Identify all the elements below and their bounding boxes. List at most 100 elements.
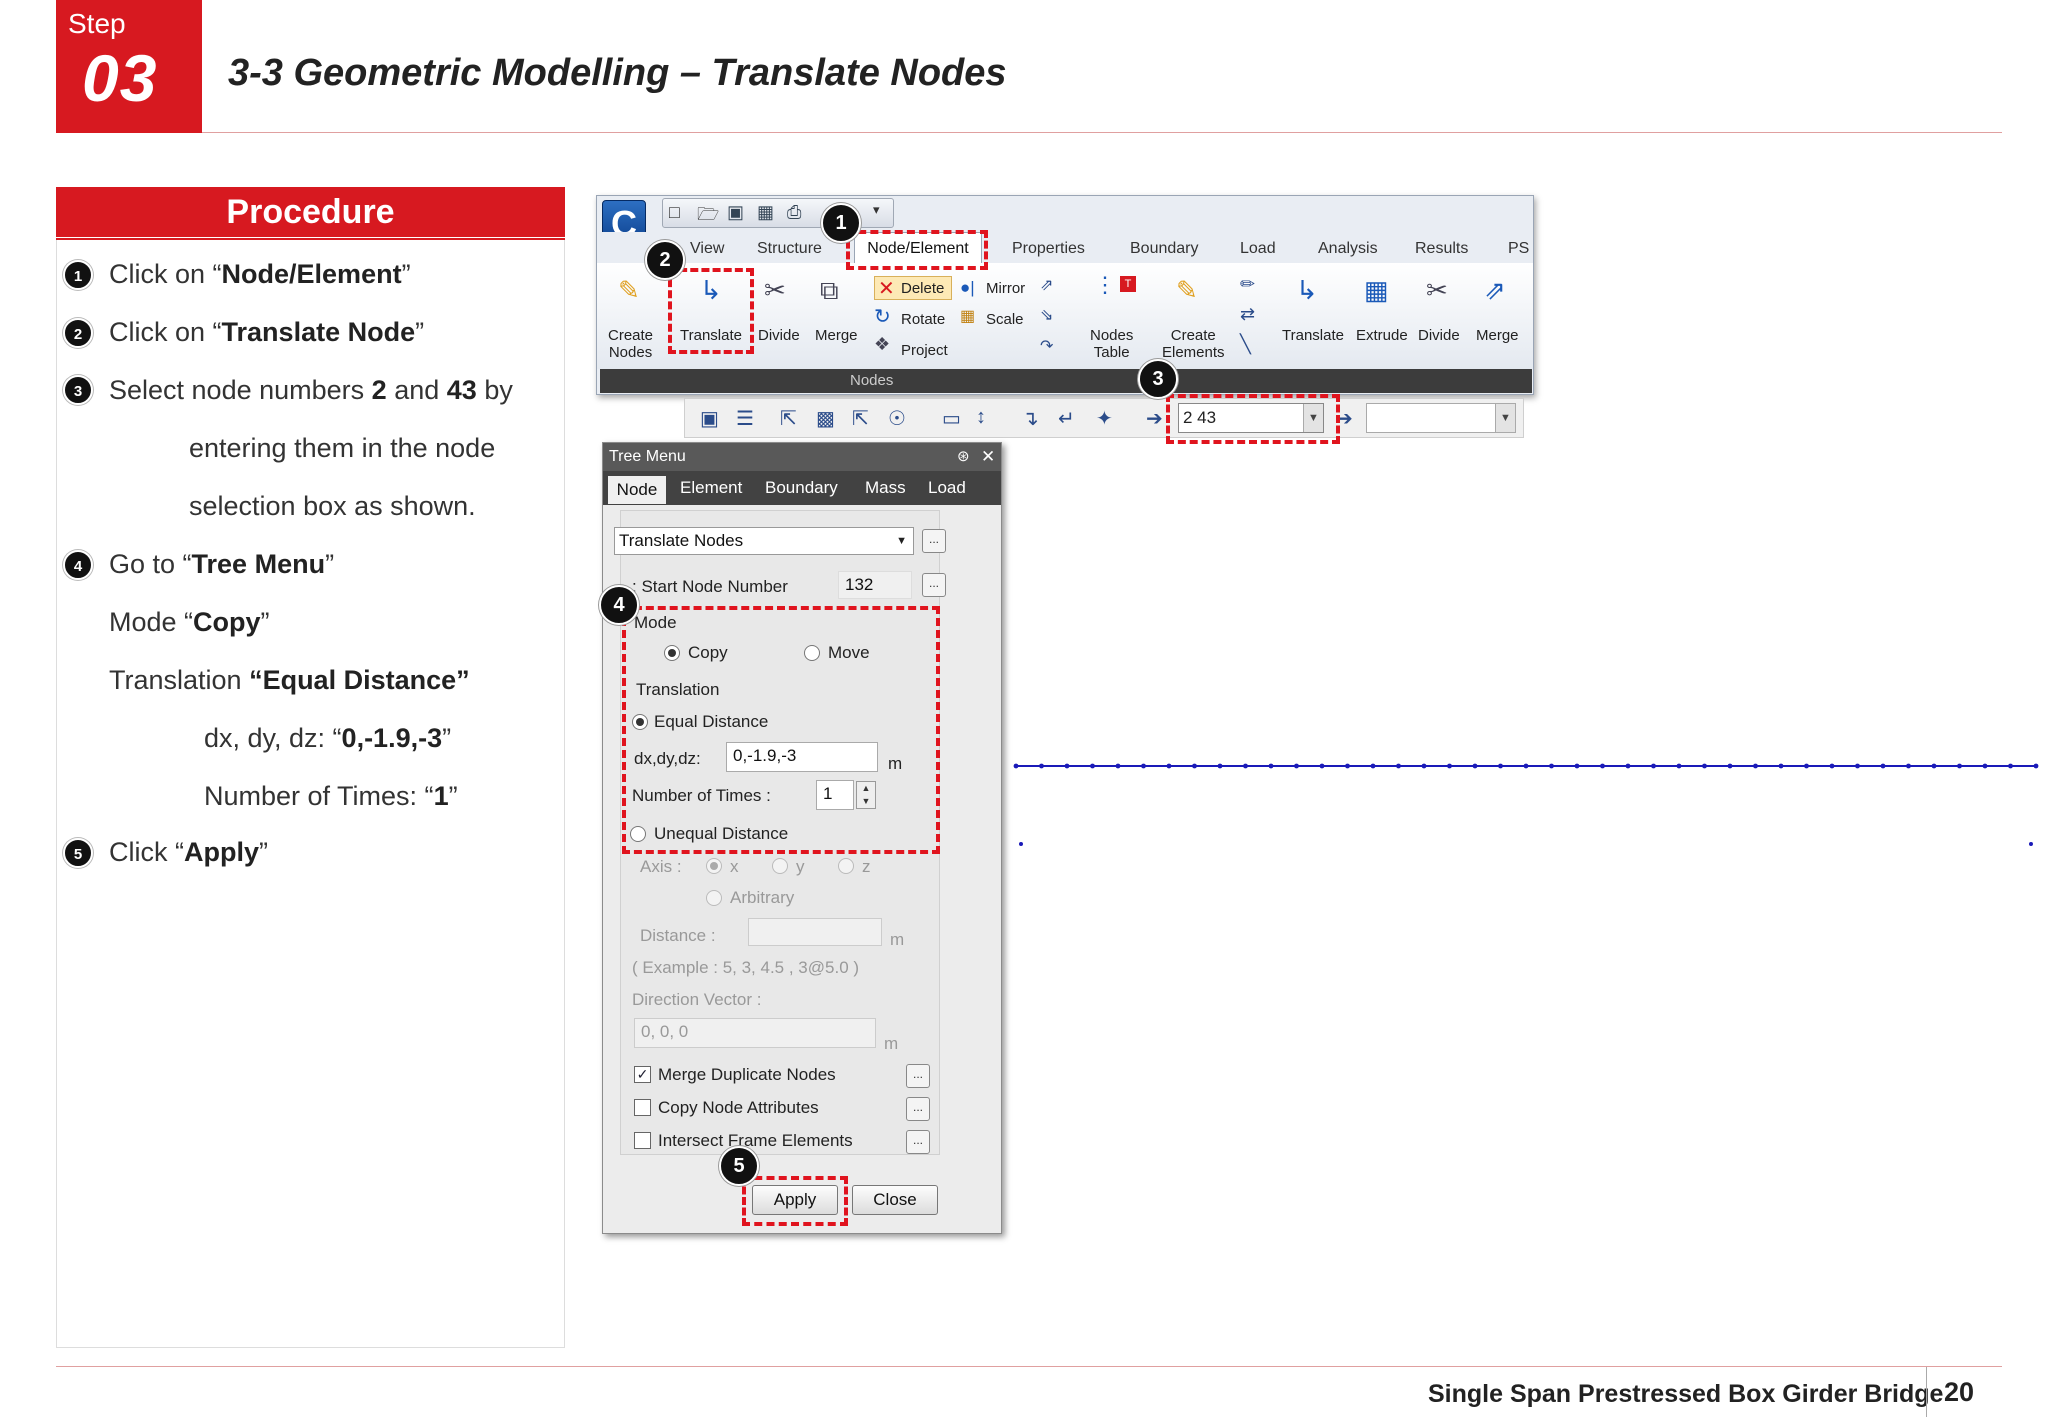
footer-title: Single Span Prestressed Box Girder Bridg… xyxy=(1428,1380,1944,1408)
procedure-step-1: Click on “Node/Element” xyxy=(109,259,411,289)
merge-button[interactable]: Merge xyxy=(815,327,858,344)
callout-box-tree-menu xyxy=(622,606,940,854)
node-dot xyxy=(1498,763,1503,769)
node-dot xyxy=(1319,763,1325,769)
create-elements-icon[interactable]: ✎ xyxy=(1176,275,1198,306)
delete-icon[interactable]: ✕ xyxy=(878,276,895,301)
tab-load[interactable]: Load xyxy=(1240,240,1276,258)
close-button[interactable]: Close xyxy=(852,1185,938,1215)
open-folder-icon[interactable]: 🗁 xyxy=(697,202,719,232)
element-line-icon[interactable]: ╲ xyxy=(1240,334,1251,355)
offset-icon[interactable]: ↷ xyxy=(1040,336,1053,356)
tab-boundary[interactable]: Boundary xyxy=(1130,240,1199,258)
create-elements-button[interactable]: Create Elements xyxy=(1162,327,1225,361)
distance-input[interactable] xyxy=(748,918,882,946)
divide-icon[interactable]: ✂ xyxy=(764,275,786,306)
callout-marker-4: 4 xyxy=(599,585,639,625)
tree-tab-load[interactable]: Load xyxy=(928,478,966,498)
function-dropdown[interactable]: Translate Nodes ▼ xyxy=(614,527,914,555)
scale-icon[interactable]: ▦ xyxy=(960,306,975,326)
qat-dropdown-icon[interactable]: ▾ xyxy=(873,202,880,218)
compact-icon[interactable]: ⇘ xyxy=(1040,305,1053,325)
chevron-down-icon[interactable]: ▼ xyxy=(1495,404,1515,432)
intersect-frame-more-button[interactable]: ... xyxy=(906,1130,930,1154)
node-dots xyxy=(1013,763,2039,769)
tab-psc[interactable]: PSC xyxy=(1508,240,1530,258)
select-volume-icon[interactable]: ↕ xyxy=(976,406,986,429)
merge-duplicate-checkbox[interactable]: ✓ xyxy=(634,1066,651,1083)
element-merge-button[interactable]: Merge xyxy=(1476,327,1519,344)
intersect-frame-checkbox[interactable] xyxy=(634,1132,651,1149)
tab-view[interactable]: View xyxy=(690,240,724,258)
tab-structure[interactable]: Structure xyxy=(757,240,822,258)
function-more-button[interactable]: ... xyxy=(922,529,946,553)
rotate-icon[interactable]: ↻ xyxy=(874,304,891,329)
project-button[interactable]: Project xyxy=(901,342,948,359)
element-divide-icon[interactable]: ✂ xyxy=(1426,275,1448,306)
pin-icon[interactable]: ⊛ xyxy=(957,443,970,471)
extrude-icon[interactable]: ▦ xyxy=(1364,275,1389,306)
axis-y-radio[interactable] xyxy=(772,858,788,874)
callout-marker-3: 3 xyxy=(1138,359,1178,399)
element-translate-button[interactable]: Translate xyxy=(1282,327,1344,344)
create-nodes-icon[interactable]: ✎ xyxy=(618,275,640,306)
element-merge-icon[interactable]: ⇗ xyxy=(1484,275,1506,306)
axis-z-radio[interactable] xyxy=(838,858,854,874)
merge-icon[interactable]: ⧉ xyxy=(820,275,839,307)
select-plane-icon[interactable]: ▭ xyxy=(942,406,961,431)
arbitrary-radio[interactable] xyxy=(706,890,722,906)
node-dot xyxy=(1013,763,1019,769)
node-dot xyxy=(1192,763,1197,769)
save-icon[interactable]: ▣ xyxy=(727,202,744,223)
select-all-icon[interactable]: ✦ xyxy=(1096,406,1113,431)
tab-properties[interactable]: Properties xyxy=(1012,240,1085,258)
select-intersect-icon[interactable]: ☉ xyxy=(888,406,906,431)
element-edit-icon[interactable]: ✏ xyxy=(1240,274,1255,295)
close-icon[interactable]: ✕ xyxy=(981,443,995,471)
renumber-icon[interactable]: ⇗ xyxy=(1040,275,1053,295)
tree-tab-node[interactable]: Node xyxy=(608,476,666,504)
mirror-button[interactable]: Mirror xyxy=(986,280,1025,297)
tab-analysis[interactable]: Analysis xyxy=(1318,240,1378,258)
scale-button[interactable]: Scale xyxy=(986,311,1024,328)
unselect-window-icon[interactable]: ↵ xyxy=(1058,406,1075,431)
project-icon[interactable]: ❖ xyxy=(874,334,890,355)
element-translate-icon[interactable]: ↳ xyxy=(1296,275,1318,306)
node-dot xyxy=(1217,763,1223,769)
extrude-button[interactable]: Extrude xyxy=(1356,327,1408,344)
new-file-icon[interactable]: □ xyxy=(669,202,680,223)
copy-attributes-checkbox[interactable] xyxy=(634,1099,651,1116)
element-change-icon[interactable]: ⇄ xyxy=(1240,304,1255,325)
nodes-table-t-icon[interactable]: T xyxy=(1120,276,1136,292)
nodes-table-button[interactable]: Nodes Table xyxy=(1090,327,1133,361)
procedure-step-4-badge: 4 xyxy=(63,550,93,580)
unselect-icon[interactable]: ↴ xyxy=(1022,406,1039,431)
select-point-icon[interactable]: ⇱ xyxy=(780,406,797,431)
direction-vector-input[interactable]: 0, 0, 0 xyxy=(634,1018,876,1048)
select-tree-icon[interactable]: ☰ xyxy=(736,406,754,431)
mirror-icon[interactable]: ●| xyxy=(960,278,975,298)
tree-tab-element[interactable]: Element xyxy=(680,478,742,498)
delete-button[interactable]: Delete xyxy=(901,280,944,297)
tree-tab-mass[interactable]: Mass xyxy=(865,478,906,498)
node-select-cursor-icon[interactable]: ➔ xyxy=(1146,406,1163,431)
select-window-icon[interactable]: ▩ xyxy=(816,406,835,431)
tree-tab-boundary[interactable]: Boundary xyxy=(765,478,838,498)
axis-x-radio[interactable] xyxy=(706,858,722,874)
element-selection-box[interactable]: ▼ xyxy=(1366,403,1516,433)
divide-button[interactable]: Divide xyxy=(758,327,800,344)
select-polygon-icon[interactable]: ⇱ xyxy=(852,406,869,431)
print-icon[interactable]: ⎙ xyxy=(787,202,801,223)
copy-attributes-more-button[interactable]: ... xyxy=(906,1097,930,1121)
rotate-button[interactable]: Rotate xyxy=(901,311,945,328)
nodes-table-icon[interactable]: ⋮ xyxy=(1094,272,1116,298)
save-as-icon[interactable]: ▦ xyxy=(757,202,774,223)
create-nodes-button[interactable]: Create Nodes xyxy=(608,327,653,361)
tab-results[interactable]: Results xyxy=(1415,240,1468,258)
merge-duplicate-more-button[interactable]: ... xyxy=(906,1064,930,1088)
start-node-field[interactable]: 132 xyxy=(838,571,912,599)
select-single-icon[interactable]: ▣ xyxy=(700,406,719,431)
element-divide-button[interactable]: Divide xyxy=(1418,327,1460,344)
copy-attributes-label: Copy Node Attributes xyxy=(658,1098,819,1117)
start-node-more-button[interactable]: ... xyxy=(922,573,946,597)
